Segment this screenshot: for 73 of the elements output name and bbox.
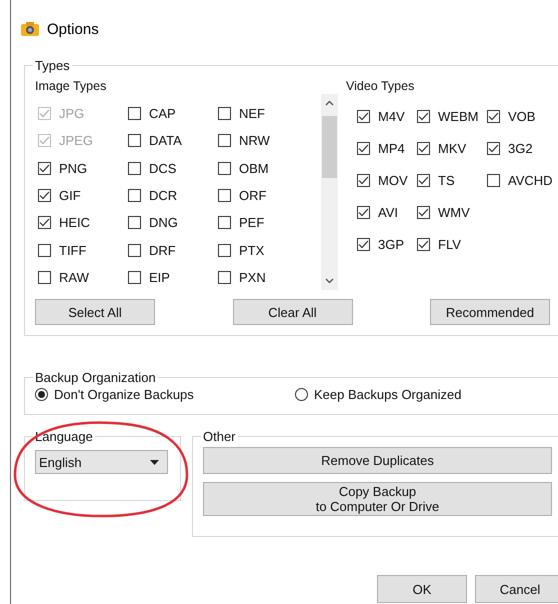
checkbox[interactable]: DATA	[128, 133, 182, 148]
checkbox[interactable]: NEF	[218, 106, 265, 122]
group-title: Other	[202, 429, 237, 444]
radio-label: Don't Organize Backups	[54, 387, 194, 402]
camera-icon	[21, 21, 39, 37]
checkmark-icon	[358, 208, 369, 216]
checkbox[interactable]: PXN	[218, 270, 266, 285]
action-button[interactable]: Copy Backup to Computer Or Drive	[203, 482, 552, 516]
checkbox[interactable]: HEIC	[38, 215, 90, 230]
checkbox[interactable]: DNG	[128, 215, 178, 230]
checkmark-icon	[418, 208, 429, 216]
checkbox[interactable]: 3G2	[487, 140, 533, 156]
checkmark-icon	[358, 176, 369, 184]
action-button[interactable]: Remove Duplicates	[203, 447, 552, 474]
checkmark-icon	[358, 240, 369, 248]
checkbox[interactable]: AVCHD	[487, 172, 553, 188]
action-button[interactable]: Recommended	[430, 299, 550, 326]
checkbox[interactable]: MKV	[417, 140, 466, 156]
checkbox[interactable]: EIP	[128, 270, 170, 285]
checkmark-icon	[39, 164, 50, 173]
checkbox[interactable]: VOB	[487, 108, 536, 124]
dialog-button[interactable]: Cancel	[475, 575, 558, 604]
radio-button[interactable]	[35, 388, 48, 402]
section-label: Video Types	[346, 79, 416, 94]
checkbox[interactable]: DRF	[128, 242, 176, 258]
scrollbar[interactable]	[321, 94, 338, 290]
checkbox[interactable]: OBM	[218, 160, 269, 176]
language-dropdown[interactable]: English	[35, 450, 168, 474]
checkbox[interactable]: PEF	[218, 215, 264, 230]
checkbox[interactable]: GIF	[38, 188, 81, 204]
checkmark-icon	[418, 112, 429, 120]
group-title: Language	[34, 429, 94, 444]
group-title: Backup Organization	[34, 370, 157, 386]
checkmark-icon	[418, 144, 429, 152]
checkmark-icon	[39, 218, 50, 228]
checkmark-icon	[418, 176, 429, 184]
checkbox[interactable]: MOV	[357, 172, 408, 188]
checkbox[interactable]: RAW	[38, 270, 89, 285]
checkmark-icon	[358, 144, 369, 152]
caret-icon	[150, 460, 159, 465]
checkmark-icon	[39, 109, 50, 118]
checkbox[interactable]: TS	[417, 172, 455, 188]
checkbox[interactable]: ORF	[218, 188, 266, 204]
window-title: Options	[47, 20, 99, 38]
checkmark-icon	[39, 191, 50, 200]
checkbox[interactable]: M4V	[357, 108, 405, 124]
checkbox[interactable]: FLV	[417, 236, 461, 252]
radio-button[interactable]	[295, 388, 308, 402]
group-title: Types	[34, 58, 71, 73]
checkbox[interactable]: PNG	[38, 160, 88, 176]
checkmark-icon	[358, 112, 369, 120]
dialog-button[interactable]: OK	[377, 575, 467, 604]
action-button[interactable]: Clear All	[232, 299, 352, 326]
checkbox[interactable]: WEBM	[417, 108, 478, 124]
action-button[interactable]: Select All	[35, 299, 155, 326]
scroll-up-icon[interactable]	[325, 100, 334, 106]
checkbox[interactable]: AVI	[357, 204, 398, 220]
checkbox[interactable]: NRW	[218, 133, 270, 148]
checkbox[interactable]: DCS	[128, 160, 176, 176]
radio-label: Keep Backups Organized	[314, 387, 462, 402]
checkbox[interactable]: MP4	[357, 140, 405, 156]
section-label: Image Types	[35, 79, 108, 94]
checkmark-icon	[488, 112, 499, 120]
checkbox[interactable]: WMV	[417, 204, 470, 220]
checkbox[interactable]: DCR	[128, 188, 178, 204]
checkmark-icon	[488, 144, 499, 152]
scroll-down-icon[interactable]	[325, 278, 334, 284]
checkmark-icon	[418, 240, 429, 248]
checkbox[interactable]: CAP	[128, 106, 176, 122]
checkmark-icon	[39, 136, 50, 146]
checkbox[interactable]: 3GP	[357, 236, 404, 252]
checkbox[interactable]: PTX	[218, 242, 264, 258]
checkbox[interactable]: TIFF	[38, 242, 86, 258]
